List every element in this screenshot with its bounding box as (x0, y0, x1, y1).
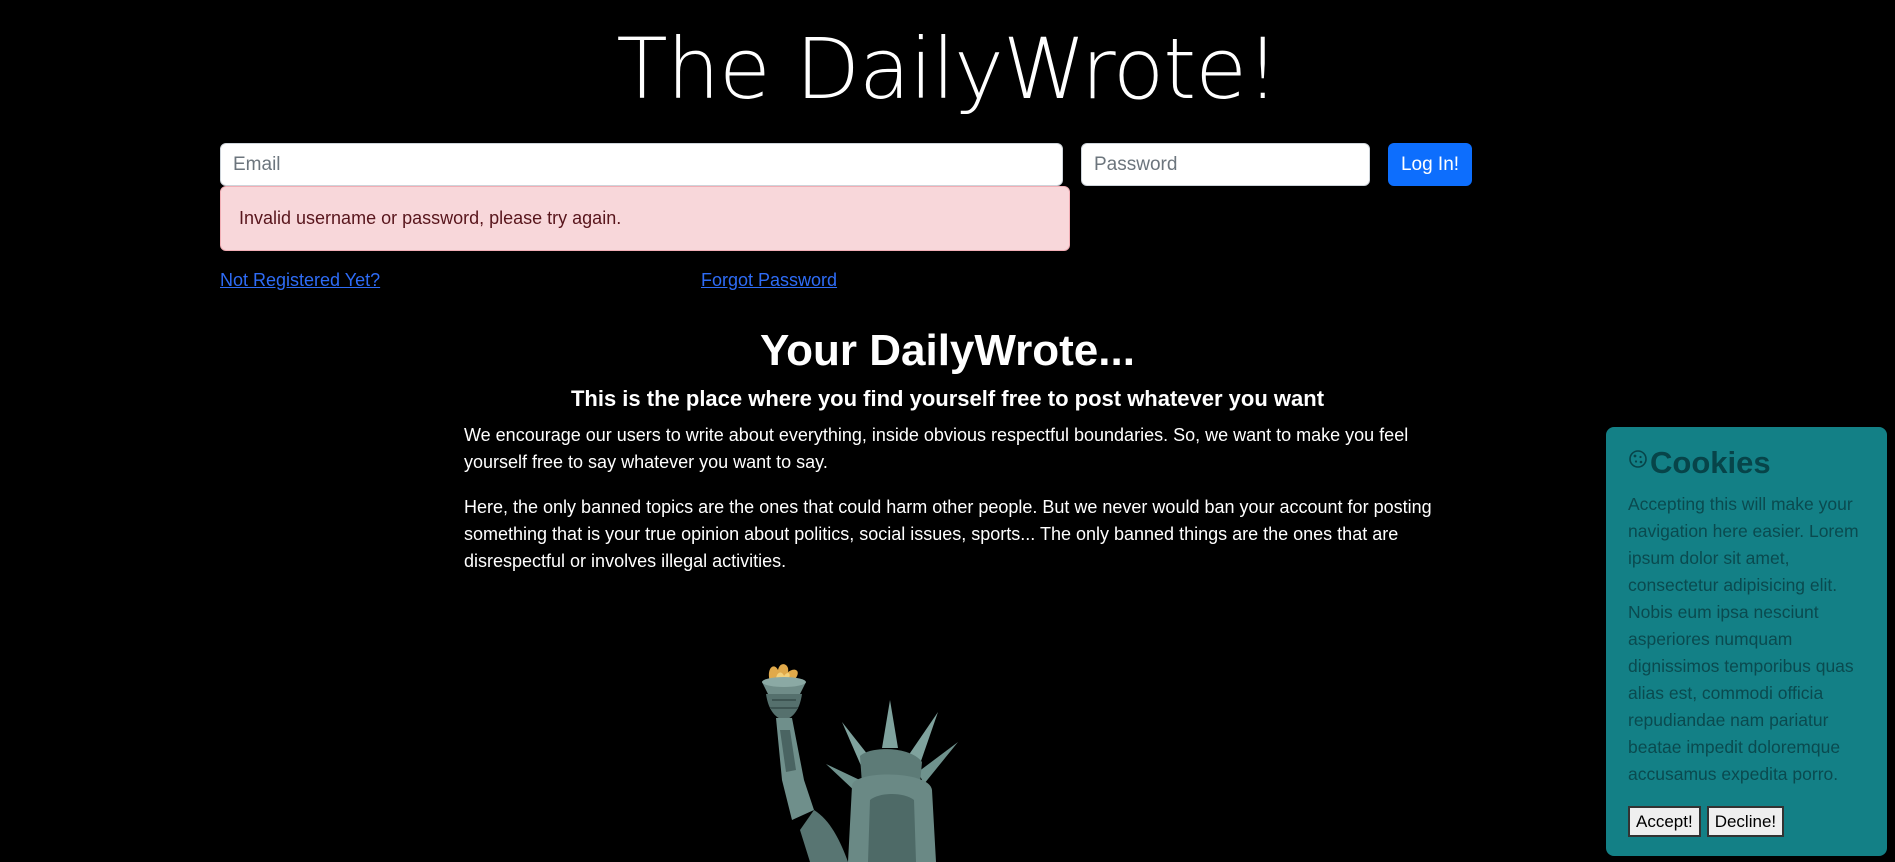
cookie-title: Cookies (1650, 445, 1771, 480)
decline-cookies-button[interactable]: Decline! (1706, 806, 1785, 837)
rules-paragraph: Here, the only banned topics are the one… (464, 497, 1432, 571)
main-headline: Your DailyWrote... (760, 326, 1135, 375)
cookie-header: Cookies (1628, 445, 1865, 481)
page: The DailyWrote! Log In! Invalid username… (0, 0, 1895, 862)
forgot-password-link[interactable]: Forgot Password (701, 270, 837, 291)
error-alert: Invalid username or password, please try… (220, 186, 1070, 251)
cookie-text: Accepting this will make your navigation… (1628, 494, 1859, 784)
accept-cookies-button[interactable]: Accept! (1628, 806, 1701, 837)
register-link[interactable]: Not Registered Yet? (220, 270, 380, 291)
cookie-actions: Accept! Decline! (1628, 806, 1785, 837)
email-input[interactable] (220, 143, 1063, 186)
main-subheadline: This is the place where you find yoursel… (570, 386, 1325, 411)
cookie-consent-panel: Cookies Accepting this will make your na… (1606, 427, 1887, 856)
intro-paragraph: We encourage our users to write about ev… (464, 425, 1409, 472)
site-title: The DailyWrote! (616, 20, 1279, 118)
login-button[interactable]: Log In! (1388, 143, 1472, 186)
password-input[interactable] (1081, 143, 1370, 186)
cookie-icon (1629, 450, 1647, 468)
error-message: Invalid username or password, please try… (239, 208, 622, 228)
statue-of-liberty-image (762, 664, 958, 862)
